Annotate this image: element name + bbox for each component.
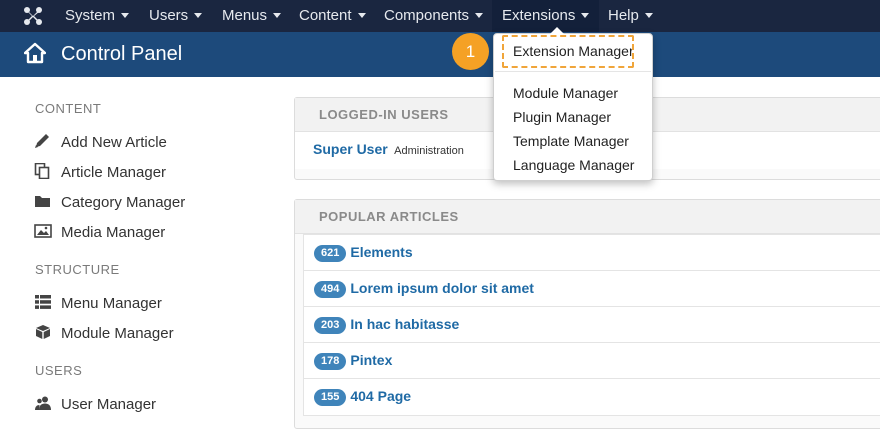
dropdown-caret-icon: [550, 27, 564, 34]
article-link[interactable]: Elements: [350, 244, 412, 260]
caret-down-icon: [273, 13, 282, 18]
sidebar-heading-users: USERS: [35, 363, 83, 378]
users-icon: [35, 396, 51, 410]
nav-help[interactable]: Help: [608, 0, 653, 32]
pencil-icon: [35, 134, 49, 148]
user-name-link[interactable]: Super User: [313, 141, 388, 157]
menu-item-module-manager[interactable]: Module Manager: [513, 85, 618, 101]
article-link[interactable]: In hac habitasse: [350, 316, 459, 332]
list-item: 203 In hac habitasse: [304, 307, 880, 343]
top-navbar: System Users Menus Content Components Ex…: [0, 0, 880, 32]
hits-badge: 178: [314, 353, 347, 370]
list-item: 178 Pintex: [304, 343, 880, 379]
image-icon: [34, 224, 52, 238]
article-link[interactable]: Pintex: [350, 352, 392, 368]
nav-components[interactable]: Components: [384, 0, 484, 32]
page-title: Control Panel: [61, 43, 183, 65]
list-item: 621 Elements: [304, 235, 880, 271]
menu-item-language-manager[interactable]: Language Manager: [513, 157, 634, 173]
step-number-badge: 1: [452, 33, 489, 70]
panel-heading: POPULAR ARTICLES: [295, 200, 880, 234]
nav-extensions[interactable]: Extensions: [492, 0, 600, 32]
nav-menus[interactable]: Menus: [222, 0, 282, 32]
cube-icon: [36, 325, 50, 339]
menu-item-plugin-manager[interactable]: Plugin Manager: [513, 109, 611, 125]
sidebar-item-category-manager[interactable]: Category Manager: [34, 193, 185, 213]
article-link[interactable]: Lorem ipsum dolor sit amet: [350, 280, 534, 296]
caret-down-icon: [194, 13, 203, 18]
hits-badge: 203: [314, 317, 347, 334]
caret-down-icon: [357, 13, 366, 18]
popular-articles-list: 621 Elements 494 Lorem ipsum dolor sit ame…: [303, 234, 880, 416]
caret-down-icon: [121, 13, 130, 18]
nav-system[interactable]: System: [65, 0, 130, 32]
hits-badge: 621: [314, 245, 347, 262]
folder-icon: [35, 196, 50, 207]
joomla-logo-icon[interactable]: [22, 5, 44, 27]
sidebar-heading-structure: STRUCTURE: [35, 262, 120, 277]
caret-down-icon: [581, 13, 590, 18]
sidebar-item-module-manager[interactable]: Module Manager: [34, 324, 174, 344]
sidebar-item-article-manager[interactable]: Article Manager: [34, 163, 166, 183]
sidebar-item-user-manager[interactable]: User Manager: [34, 395, 156, 415]
hits-badge: 155: [314, 389, 347, 406]
caret-down-icon: [644, 13, 653, 18]
list-item: 494 Lorem ipsum dolor sit amet: [304, 271, 880, 307]
title-bar: Control Panel: [0, 32, 880, 77]
sidebar-item-media-manager[interactable]: Media Manager: [34, 223, 165, 243]
sidebar-heading-content: CONTENT: [35, 101, 102, 116]
menu-item-template-manager[interactable]: Template Manager: [513, 133, 629, 149]
dropdown-divider: [495, 71, 651, 72]
article-link[interactable]: 404 Page: [350, 388, 411, 404]
sidebar-item-menu-manager[interactable]: Menu Manager: [34, 294, 162, 314]
highlight-box: [502, 35, 634, 68]
popular-articles-panel: POPULAR ARTICLES 621 Elements 494 Lorem ip…: [294, 199, 880, 429]
list-item: 155 404 Page: [304, 379, 880, 415]
user-role: Administration: [394, 145, 464, 157]
nav-users[interactable]: Users: [149, 0, 203, 32]
list-icon: [35, 295, 51, 309]
home-icon: [24, 42, 46, 64]
sidebar-item-add-new-article[interactable]: Add New Article: [34, 133, 167, 153]
nav-content[interactable]: Content: [299, 0, 366, 32]
hits-badge: 494: [314, 281, 347, 298]
copy-icon: [34, 163, 50, 179]
caret-down-icon: [475, 13, 484, 18]
